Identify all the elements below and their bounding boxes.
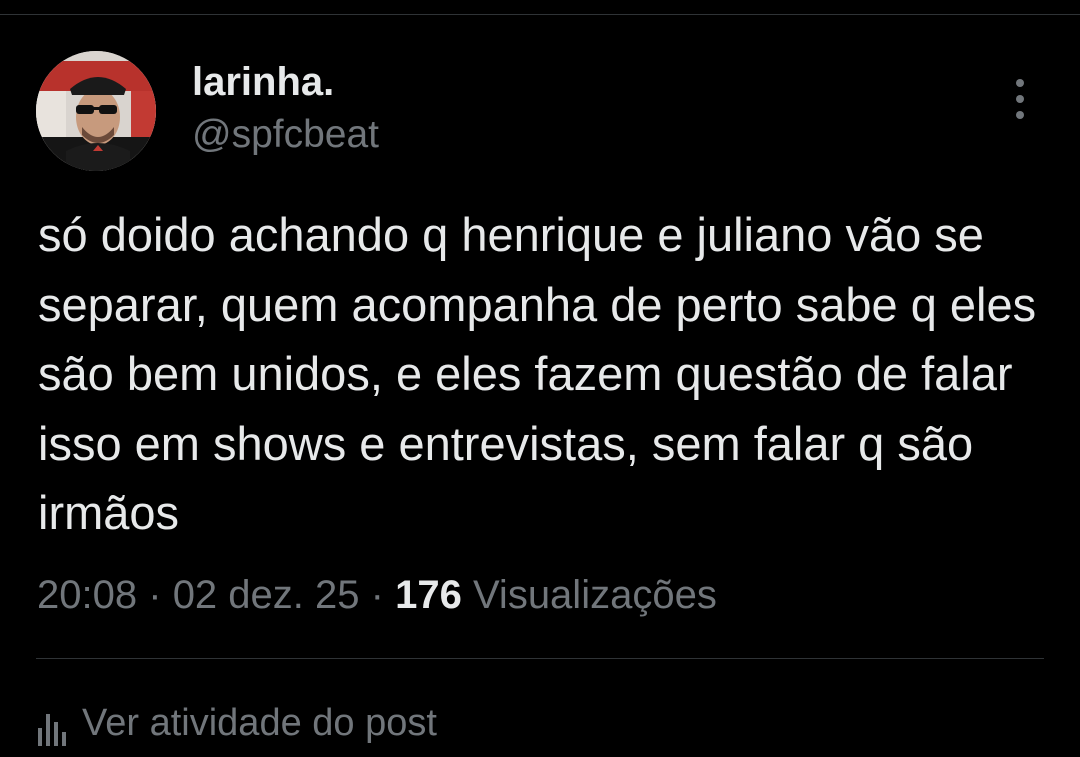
meta-separator: · <box>370 573 384 617</box>
more-icon-dot <box>1016 79 1024 87</box>
activity-label: Ver atividade do post <box>82 702 437 744</box>
avatar[interactable] <box>36 51 156 171</box>
author-display-name[interactable]: larinha. <box>192 58 334 106</box>
tweet-date[interactable]: 02 dez. 25 <box>173 573 360 617</box>
tweet-text: só doido achando q henrique e juliano vã… <box>38 208 1050 539</box>
top-divider <box>0 14 1080 15</box>
views-label: Visualizações <box>472 573 717 617</box>
more-icon-dot <box>1016 95 1024 103</box>
tweet-metadata: 20:08 · 02 dez. 25 · 176 Visualizações <box>37 571 717 619</box>
avatar-image <box>36 51 156 171</box>
meta-separator: · <box>148 573 162 617</box>
more-icon-dot <box>1016 111 1024 119</box>
view-post-activity-link[interactable]: Ver atividade do post <box>36 700 437 746</box>
bottom-divider <box>36 658 1044 659</box>
author-handle[interactable]: @spfcbeat <box>192 112 379 158</box>
bar-chart-icon <box>36 706 68 746</box>
more-options-button[interactable] <box>1000 76 1040 122</box>
more-vertical-icon <box>1016 79 1024 119</box>
views-count: 176 <box>395 573 462 617</box>
tweet-time[interactable]: 20:08 <box>37 573 137 617</box>
